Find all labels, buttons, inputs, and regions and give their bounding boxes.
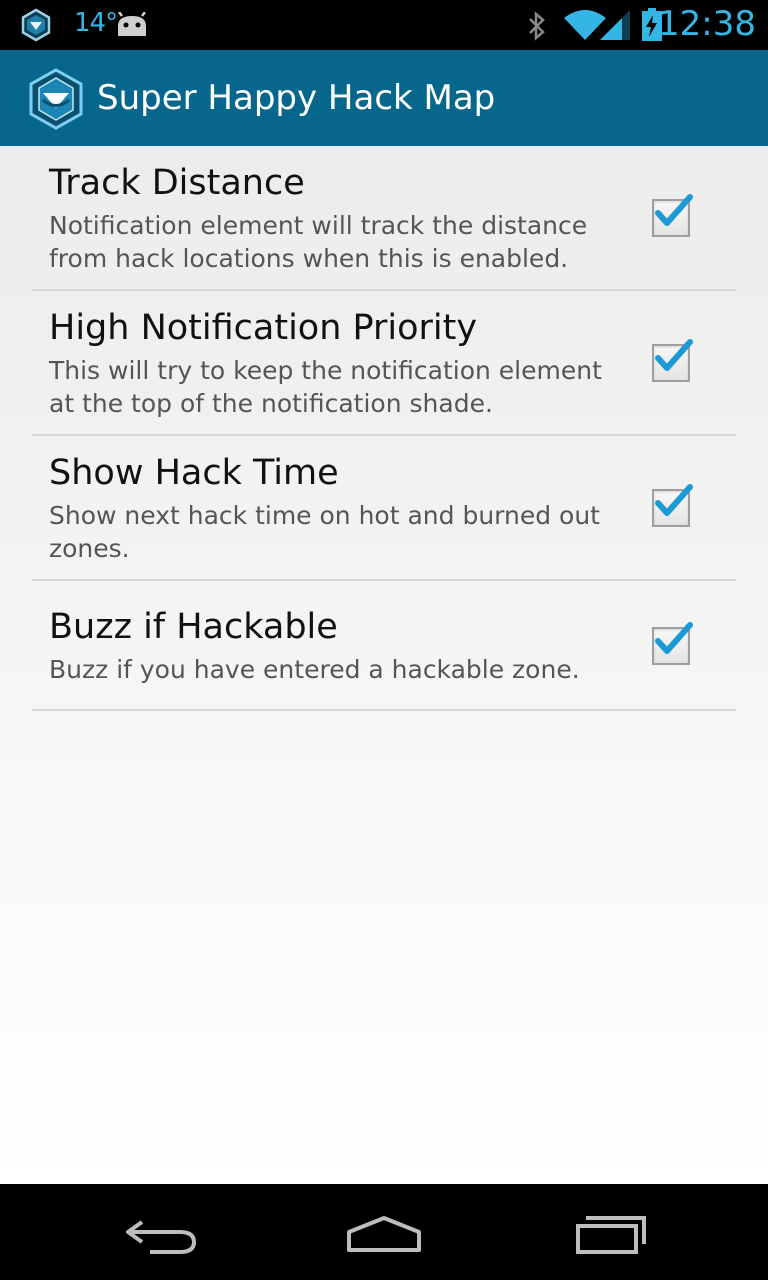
android-icon	[114, 11, 150, 42]
temperature-text: 14°	[74, 8, 118, 38]
bluetooth-icon	[526, 10, 548, 46]
navigation-bar	[0, 1184, 768, 1280]
home-icon[interactable]	[334, 1204, 434, 1260]
checkmark-icon	[655, 194, 693, 226]
signal-icon	[600, 10, 632, 44]
action-bar: Super Happy Hack Map	[0, 50, 768, 146]
clock-text: 12:38	[658, 4, 756, 44]
preference-summary: Show next hack time on hot and burned ou…	[49, 501, 600, 563]
preference-track-distance[interactable]: Track Distance Notification element will…	[32, 146, 736, 291]
preference-title: Buzz if Hackable	[49, 607, 338, 647]
show-hack-time-checkbox[interactable]	[652, 484, 693, 527]
preference-high-notification-priority[interactable]: High Notification Priority This will try…	[32, 291, 736, 436]
status-bar: 14° 12:38	[0, 0, 768, 50]
track-distance-checkbox[interactable]	[652, 194, 693, 237]
preferences-list: Track Distance Notification element will…	[0, 146, 768, 1184]
checkmark-icon	[655, 339, 693, 371]
ingress-notification-icon	[20, 8, 52, 46]
preference-summary: Notification element will track the dist…	[49, 211, 588, 273]
high-notification-priority-checkbox[interactable]	[652, 339, 693, 382]
preference-title: Show Hack Time	[49, 453, 339, 493]
checkmark-icon	[655, 622, 693, 654]
checkmark-icon	[655, 484, 693, 516]
app-hexagon-icon[interactable]	[28, 68, 84, 130]
preference-title: High Notification Priority	[49, 308, 478, 348]
recent-apps-icon[interactable]	[560, 1204, 660, 1260]
preference-buzz-if-hackable[interactable]: Buzz if Hackable Buzz if you have entere…	[32, 581, 736, 711]
preference-summary: Buzz if you have entered a hackable zone…	[49, 655, 580, 684]
preference-show-hack-time[interactable]: Show Hack Time Show next hack time on ho…	[32, 436, 736, 581]
preference-title: Track Distance	[49, 163, 305, 203]
back-icon[interactable]	[110, 1204, 210, 1260]
app-title: Super Happy Hack Map	[97, 78, 496, 118]
preference-summary: This will try to keep the notification e…	[49, 356, 602, 418]
buzz-if-hackable-checkbox[interactable]	[652, 622, 693, 665]
